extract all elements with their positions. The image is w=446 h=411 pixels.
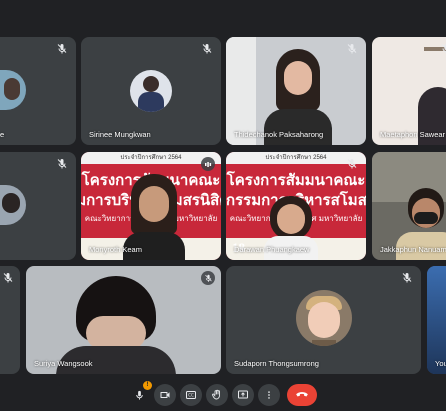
mic-off-icon (347, 159, 357, 169)
participant-name: Monyroth Keam (89, 245, 142, 254)
mic-off-icon (402, 273, 412, 283)
participant-name: Sudaporn Thongsumrong (234, 359, 319, 368)
participant-tile[interactable] (0, 266, 20, 374)
participant-avatar (0, 70, 26, 110)
participant-tile[interactable]: e (0, 37, 76, 145)
mic-off-icon (3, 273, 13, 283)
participant-video-tile[interactable]: Thidechanok Paksaharong (226, 37, 366, 145)
mic-off-icon (202, 44, 212, 54)
captions-button[interactable]: CC (180, 384, 202, 406)
mic-off-icon (57, 159, 67, 169)
participant-name: Thidechanok Paksaharong (234, 130, 324, 139)
mic-off-icon (347, 44, 357, 54)
participant-name: Darawan Phuangkaew (234, 245, 310, 254)
participant-name: Maetaphon Sawear (380, 130, 446, 139)
participant-video-tile[interactable]: ประจำปีการศึกษา 2564 โครงการสัมมนาคณะ กร… (226, 152, 366, 260)
participant-name: Suriya Wangsook (34, 359, 93, 368)
meeting-controls: ! CC (0, 380, 446, 411)
mic-off-icon (204, 274, 212, 282)
end-call-button[interactable] (287, 384, 317, 406)
self-background (427, 266, 446, 374)
mic-status-badge (201, 271, 215, 285)
more-options-button[interactable] (258, 384, 280, 406)
participant-avatar (296, 290, 352, 346)
room-background (226, 37, 256, 145)
participant-video-tile[interactable]: Jakkaphun Nanuam (372, 152, 446, 260)
self-name: You (435, 359, 446, 368)
participant-video-tile[interactable]: Maetaphon Sawear (372, 37, 446, 145)
present-screen-button[interactable] (232, 384, 254, 406)
banner-year-label: ประจำปีการศึกษา 2564 (81, 152, 221, 164)
mic-off-icon (57, 44, 67, 54)
raise-hand-button[interactable] (206, 384, 228, 406)
participant-name: e (0, 130, 5, 139)
participant-name: Sirinee Mungkwan (89, 130, 151, 139)
microphone-icon (135, 390, 143, 400)
hand-icon (212, 389, 220, 400)
audio-level-icon (205, 162, 212, 167)
present-icon (238, 390, 248, 399)
camera-button[interactable] (154, 384, 176, 406)
participant-video-tile[interactable]: ประจำปีการศึกษา 2564 โครงการสัมมนาคณะ กร… (81, 152, 221, 260)
participant-video-tile[interactable]: Suriya Wangsook (26, 266, 221, 374)
speaking-indicator (201, 157, 215, 171)
meeting-stage: e Sirinee Mungkwan Thidechanok Paksaharo… (0, 0, 446, 411)
banner-year-label: ประจำปีการศึกษา 2564 (226, 152, 366, 164)
call-end-icon (296, 392, 308, 397)
participant-tile[interactable]: Sirinee Mungkwan (81, 37, 221, 145)
more-vert-icon (268, 391, 270, 399)
microphone-button[interactable]: ! (128, 381, 152, 406)
self-video-tile[interactable]: You (427, 266, 446, 374)
participant-name: Jakkaphun Nanuam (380, 245, 446, 254)
participant-avatar (130, 70, 172, 112)
mic-off-icon (441, 44, 446, 54)
camera-icon (160, 392, 170, 398)
svg-text:CC: CC (188, 393, 194, 398)
mic-warning-badge: ! (143, 381, 152, 390)
participant-tile[interactable]: Sudaporn Thongsumrong (226, 266, 421, 374)
captions-icon: CC (186, 391, 196, 399)
participant-avatar (0, 185, 26, 225)
participant-tile[interactable] (0, 152, 76, 260)
